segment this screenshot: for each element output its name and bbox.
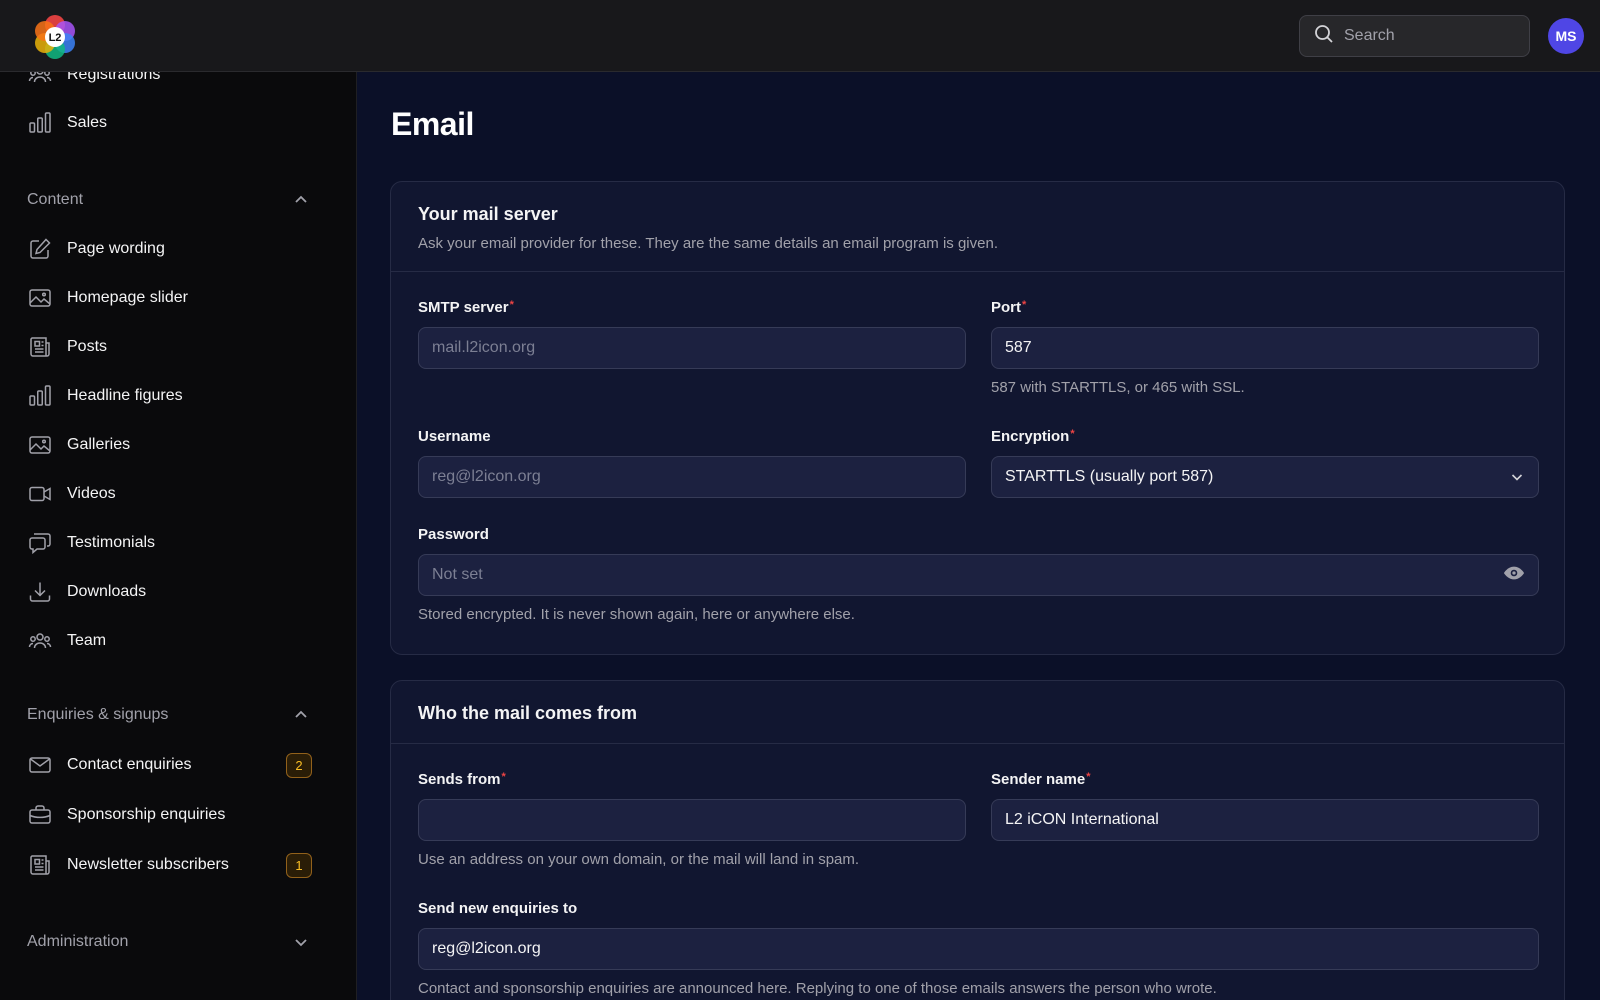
sidebar-item-videos[interactable]: Videos <box>0 472 356 516</box>
card-description: Ask your email provider for these. They … <box>418 235 998 252</box>
sends-from-label: Sends from* <box>418 771 506 788</box>
sidebar: Registrations Sales Content Page wording… <box>0 72 357 1000</box>
sidebar-group-content[interactable]: Content <box>0 185 356 215</box>
chevron-down-icon <box>293 934 309 950</box>
sidebar-item-label: Testimonials <box>67 534 156 551</box>
chevron-up-icon <box>293 707 309 723</box>
chevron-down-icon <box>1510 470 1524 489</box>
logo-text: L2 <box>49 32 62 44</box>
send-enquiries-to-hint: Contact and sponsorship enquiries are an… <box>418 980 1217 997</box>
sidebar-item-testimonials[interactable]: Testimonials <box>0 521 356 565</box>
sidebar-item-newsletter-subscribers[interactable]: Newsletter subscribers 1 <box>0 843 356 887</box>
main-content: Email Your mail server Ask your email pr… <box>357 72 1600 1000</box>
smtp-server-input[interactable] <box>418 327 966 369</box>
chevron-up-icon <box>293 192 309 208</box>
top-bar: L2 MS <box>0 0 1600 72</box>
smtp-server-label: SMTP server* <box>418 299 514 316</box>
bar-chart-icon <box>27 110 53 136</box>
port-input[interactable] <box>991 327 1539 369</box>
port-hint: 587 with STARTTLS, or 465 with SSL. <box>991 379 1245 396</box>
image-icon <box>27 432 53 458</box>
password-hint: Stored encrypted. It is never shown agai… <box>418 606 855 623</box>
sidebar-item-downloads[interactable]: Downloads <box>0 570 356 614</box>
sidebar-item-label: Headline figures <box>67 387 183 404</box>
sidebar-item-contact-enquiries[interactable]: Contact enquiries 2 <box>0 743 356 787</box>
sidebar-group-title: Content <box>27 191 84 208</box>
bar-chart-icon <box>27 383 53 409</box>
sidebar-item-label: Posts <box>67 338 108 355</box>
password-input[interactable] <box>418 554 1490 596</box>
chat-bubbles-icon <box>27 530 53 556</box>
sidebar-item-label: Page wording <box>67 240 165 257</box>
sidebar-item-label: Contact enquiries <box>67 756 192 773</box>
sidebar-item-label: Registrations <box>67 72 161 83</box>
sidebar-item-team[interactable]: Team <box>0 619 356 663</box>
sidebar-item-posts[interactable]: Posts <box>0 325 356 369</box>
users-icon <box>27 628 53 654</box>
username-label: Username <box>418 428 491 445</box>
show-password-button[interactable] <box>1489 554 1539 596</box>
sidebar-item-registrations[interactable]: Registrations <box>0 72 356 97</box>
sidebar-group-administration[interactable]: Administration <box>0 927 356 957</box>
encryption-select[interactable]: STARTTLS (usually port 587) <box>991 456 1539 498</box>
sidebar-item-page-wording[interactable]: Page wording <box>0 227 356 271</box>
card-title: Who the mail comes from <box>418 703 638 723</box>
card-title: Your mail server <box>418 204 558 224</box>
mail-server-card: Your mail server Ask your email provider… <box>390 181 1565 655</box>
sidebar-item-label: Team <box>67 632 107 649</box>
sidebar-item-label: Sales <box>67 114 108 131</box>
encryption-label: Encryption* <box>991 428 1075 445</box>
avatar[interactable]: MS <box>1548 18 1584 54</box>
envelope-icon <box>27 752 53 778</box>
sidebar-group-title: Administration <box>27 933 129 950</box>
page-title: Email <box>391 106 474 142</box>
sidebar-item-label: Sponsorship enquiries <box>67 806 226 823</box>
password-label: Password <box>418 526 489 543</box>
username-input[interactable] <box>418 456 966 498</box>
send-enquiries-to-label: Send new enquiries to <box>418 900 578 917</box>
sidebar-item-galleries[interactable]: Galleries <box>0 423 356 467</box>
card-header: Who the mail comes from <box>391 681 1564 744</box>
sidebar-item-sales[interactable]: Sales <box>0 101 356 145</box>
search-box[interactable] <box>1299 15 1530 57</box>
users-icon <box>27 72 53 88</box>
count-badge: 2 <box>286 752 312 778</box>
sends-from-hint: Use an address on your own domain, or th… <box>418 851 860 868</box>
eye-icon <box>1503 562 1525 589</box>
logo[interactable]: L2 <box>32 14 78 60</box>
sends-from-input[interactable] <box>418 799 966 841</box>
sidebar-item-label: Videos <box>67 485 116 502</box>
sender-card: Who the mail comes from Sends from* Use … <box>390 680 1565 1000</box>
search-icon <box>1314 24 1334 49</box>
search-input[interactable] <box>1344 27 1514 45</box>
port-label: Port* <box>991 299 1027 316</box>
card-header: Your mail server Ask your email provider… <box>391 182 1564 272</box>
sidebar-group-enquiries[interactable]: Enquiries & signups <box>0 700 356 730</box>
sidebar-group-title: Enquiries & signups <box>27 706 169 723</box>
sender-name-input[interactable] <box>991 799 1539 841</box>
sidebar-item-homepage-slider[interactable]: Homepage slider <box>0 276 356 320</box>
sender-name-label: Sender name* <box>991 771 1091 788</box>
briefcase-icon <box>27 802 53 828</box>
sidebar-item-headline-figures[interactable]: Headline figures <box>0 374 356 418</box>
image-icon <box>27 285 53 311</box>
sidebar-item-sponsorship-enquiries[interactable]: Sponsorship enquiries <box>0 793 356 837</box>
encryption-selected-value: STARTTLS (usually port 587) <box>1005 468 1214 485</box>
sidebar-item-label: Newsletter subscribers <box>67 856 229 873</box>
download-icon <box>27 579 53 605</box>
sidebar-item-label: Galleries <box>67 436 131 453</box>
sidebar-item-label: Downloads <box>67 583 147 600</box>
newspaper-icon <box>27 852 53 878</box>
video-camera-icon <box>27 481 53 507</box>
send-enquiries-to-input[interactable] <box>418 928 1539 970</box>
count-badge: 1 <box>286 852 312 878</box>
sidebar-item-label: Homepage slider <box>67 289 188 306</box>
pencil-square-icon <box>27 236 53 262</box>
newspaper-icon <box>27 334 53 360</box>
